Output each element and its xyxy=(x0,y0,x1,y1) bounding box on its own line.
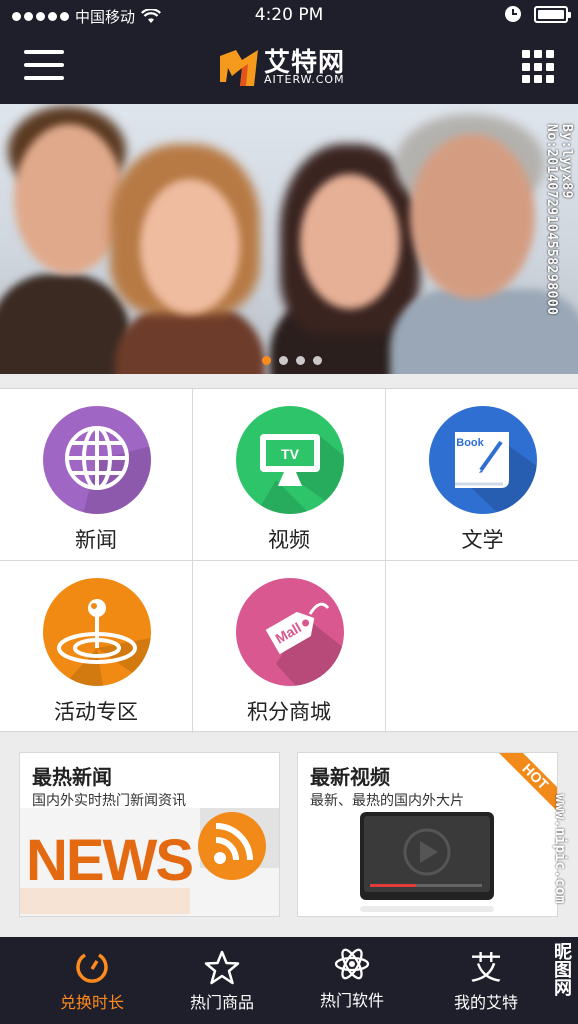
news-graphic: NEWS xyxy=(20,808,279,916)
pager-dot[interactable] xyxy=(279,356,288,365)
category-literature[interactable]: Book 文学 xyxy=(386,389,578,561)
category-news[interactable]: 新闻 xyxy=(0,389,193,561)
category-label: 活动专区 xyxy=(54,700,138,724)
svg-text:TV: TV xyxy=(281,446,300,462)
category-grid: 新闻 TV 视频 Book 文学 活动专区 Mall 积分商城 xyxy=(0,388,578,733)
tab-label: 我的艾特 xyxy=(453,993,518,1012)
tab-exchange-time[interactable]: 兑换时长 xyxy=(27,937,157,1024)
video-player-graphic xyxy=(360,812,494,912)
card-description: 最新、最热的国内外大片 xyxy=(310,793,464,809)
grid-icon xyxy=(522,50,530,58)
category-label: 文学 xyxy=(461,528,504,552)
category-empty-slot xyxy=(386,561,578,733)
tab-label: 兑换时长 xyxy=(59,993,124,1012)
globe-icon xyxy=(43,406,151,514)
banner-watermark: By:lyyx89 No:20140729104558298000 xyxy=(544,124,574,316)
tv-icon: TV xyxy=(236,406,344,514)
feature-cards: 最热新闻 国内外实时热门新闻资讯 NEWS 最新视频 最新、最热的国内外大片 H… xyxy=(0,746,578,921)
logo-subtext: AITERW.COM xyxy=(264,73,345,86)
card-title: 最热新闻 xyxy=(32,765,112,789)
pager-dot[interactable] xyxy=(262,356,271,365)
tab-my-aite[interactable]: 艾 我的艾特 xyxy=(421,937,551,1024)
menu-button[interactable] xyxy=(24,50,64,84)
svg-text:NEWS: NEWS xyxy=(26,828,192,893)
top-nav-bar: 艾特网 AITERW.COM xyxy=(0,32,578,104)
carousel-pager[interactable] xyxy=(262,356,322,365)
tab-hot-products[interactable]: 热门商品 xyxy=(157,937,287,1024)
battery-icon xyxy=(534,5,571,23)
status-bar: 中国移动 4:20 PM xyxy=(0,0,578,32)
clock-icon xyxy=(505,6,521,22)
timer-icon xyxy=(76,953,108,983)
category-label: 视频 xyxy=(268,528,310,552)
card-title: 最新视频 xyxy=(310,765,390,789)
status-right xyxy=(504,5,571,23)
hamburger-icon xyxy=(24,50,64,54)
atom-icon xyxy=(334,948,370,980)
app-logo: 艾特网 AITERW.COM xyxy=(218,42,368,92)
home-content: 新闻 TV 视频 Book 文学 活动专区 Mall 积分商城 最热新闻 国内外… xyxy=(0,374,578,937)
side-watermark: www.nipic.com xyxy=(552,794,568,904)
corner-watermark: 昵图网 xyxy=(551,942,572,996)
category-activity[interactable]: 活动专区 xyxy=(0,561,193,733)
pager-dot[interactable] xyxy=(296,356,305,365)
tag-icon: Mall xyxy=(236,578,344,686)
tab-hot-software[interactable]: 热门软件 xyxy=(287,937,417,1024)
bottom-tab-bar: 兑换时长 热门商品 热门软件 艾 我的艾特 xyxy=(0,937,578,1024)
category-label: 新闻 xyxy=(75,528,117,552)
new-video-card[interactable]: 最新视频 最新、最热的国内外大片 HOT xyxy=(297,752,558,917)
book-icon: Book xyxy=(429,406,537,514)
banner-carousel[interactable]: By:lyyx89 No:20140729104558298000 xyxy=(0,104,578,374)
tab-label: 热门商品 xyxy=(189,993,254,1012)
pager-dot[interactable] xyxy=(313,356,322,365)
hot-news-card[interactable]: 最热新闻 国内外实时热门新闻资讯 NEWS xyxy=(19,752,280,917)
category-label: 积分商城 xyxy=(247,700,331,724)
category-mall[interactable]: Mall 积分商城 xyxy=(193,561,386,733)
category-video[interactable]: TV 视频 xyxy=(193,389,386,561)
svg-text:Book: Book xyxy=(456,437,484,449)
star-icon xyxy=(204,950,240,985)
tab-label: 热门软件 xyxy=(319,991,384,1010)
ai-character-icon: 艾 xyxy=(469,949,502,987)
card-description: 国内外实时热门新闻资讯 xyxy=(32,793,186,809)
location-pin-icon xyxy=(43,578,151,686)
apps-grid-button[interactable] xyxy=(522,50,556,84)
status-time: 4:20 PM xyxy=(254,5,324,25)
logo-mark-icon xyxy=(220,50,258,86)
